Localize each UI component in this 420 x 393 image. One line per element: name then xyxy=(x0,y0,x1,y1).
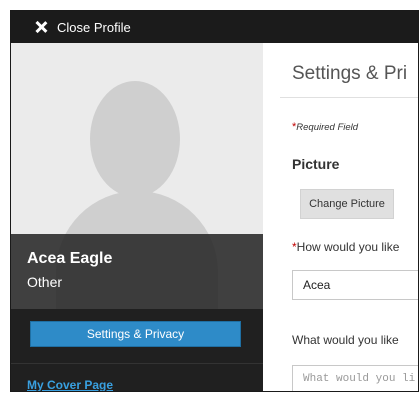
profile-type: Other xyxy=(27,274,63,290)
profile-panel: Close Profile Acea Eagle Other Settings … xyxy=(10,10,419,392)
title-divider xyxy=(280,97,418,98)
profile-name: Acea Eagle xyxy=(27,250,113,267)
name-input[interactable]: Acea xyxy=(292,270,418,300)
close-profile-label: Close Profile xyxy=(57,19,131,35)
my-cover-page-link[interactable]: My Cover Page xyxy=(27,378,113,391)
settings-main: Settings & Pri *Required Field Picture C… xyxy=(263,43,418,391)
profile-sidebar: Acea Eagle Other Settings & Privacy My C… xyxy=(11,43,263,391)
name-question-label: *How would you like xyxy=(292,240,399,254)
name-question-text: How would you like xyxy=(296,240,400,254)
profile-name-overlay: Acea Eagle Other xyxy=(11,234,263,309)
top-bar: Close Profile xyxy=(11,11,418,43)
close-profile-button[interactable]: Close Profile xyxy=(35,17,131,37)
required-field-note: *Required Field xyxy=(292,121,358,133)
page-title: Settings & Pri xyxy=(292,63,408,84)
change-picture-button[interactable]: Change Picture xyxy=(300,189,394,219)
close-icon xyxy=(35,21,47,33)
avatar: Acea Eagle Other xyxy=(11,43,263,309)
sidebar-divider xyxy=(11,363,263,364)
picture-heading: Picture xyxy=(292,156,340,172)
second-question-textarea[interactable]: What would you li xyxy=(292,365,418,391)
avatar-head-silhouette xyxy=(90,81,180,197)
required-field-text: Required Field xyxy=(296,122,359,133)
settings-privacy-button[interactable]: Settings & Privacy xyxy=(30,321,241,347)
second-question-label: What would you like xyxy=(292,333,399,347)
